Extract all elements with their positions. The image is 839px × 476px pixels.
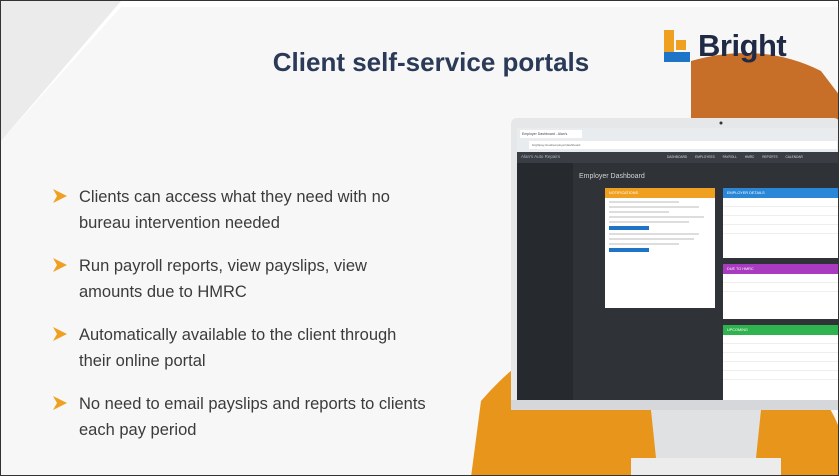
notifications-card: NOTIFICATIONS <box>605 188 715 308</box>
bullet-text: Clients can access what they need with n… <box>79 188 390 232</box>
notifications-header: NOTIFICATIONS <box>605 188 715 198</box>
app-header: Alan's Auto Repairs DASHBOARD EMPLOYEES … <box>517 152 838 163</box>
bullet-text: Automatically available to the client th… <box>79 326 397 370</box>
nav-dashboard[interactable]: DASHBOARD <box>667 155 687 159</box>
bullet-list: Clients can access what they need with n… <box>51 184 431 460</box>
upcoming-card: UPCOMING <box>723 325 838 400</box>
slide-title: Client self-service portals <box>272 47 590 77</box>
due-to-hmrc-card: DUE TO HMRC <box>723 264 838 319</box>
chevron-right-icon <box>53 189 67 203</box>
bullet-item: Clients can access what they need with n… <box>51 184 431 236</box>
chevron-right-icon <box>53 327 67 341</box>
portal-sidebar <box>517 163 573 400</box>
logo-text: Bright <box>698 28 787 63</box>
top-nav: DASHBOARD EMPLOYEES PAYROLL HMRC REPORTS… <box>667 155 810 159</box>
bullet-item: Run payroll reports, view payslips, view… <box>51 253 431 305</box>
portal-screenshot: Employer Dashboard - Alan's brightpay.cl… <box>517 128 838 400</box>
address-bar[interactable]: brightpay.cloud/employer/dashboard <box>529 141 837 149</box>
chevron-right-icon <box>53 396 67 410</box>
bullet-item: Automatically available to the client th… <box>51 322 431 374</box>
due-to-hmrc-header: DUE TO HMRC <box>723 264 838 274</box>
bullet-item: No need to email payslips and reports to… <box>51 391 431 443</box>
bullet-text: Run payroll reports, view payslips, view… <box>79 257 367 301</box>
nav-employees[interactable]: EMPLOYEES <box>695 155 715 159</box>
dashboard-title: Employer Dashboard <box>579 173 645 180</box>
upcoming-header: UPCOMING <box>723 325 838 335</box>
slide: Client self-service portals Bright Clien… <box>0 0 839 476</box>
browser-tab[interactable]: Employer Dashboard - Alan's <box>520 130 582 138</box>
bullet-text: No need to email payslips and reports to… <box>79 395 426 439</box>
employer-details-header: EMPLOYER DETAILS <box>723 188 838 198</box>
bright-logo-icon <box>664 30 690 62</box>
nav-reports[interactable]: REPORTS <box>762 155 777 159</box>
browser-toolbar: Employer Dashboard - Alan's brightpay.cl… <box>517 128 838 153</box>
chevron-right-icon <box>53 258 67 272</box>
employer-details-card: EMPLOYER DETAILS <box>723 188 838 258</box>
notification-button[interactable] <box>609 226 649 230</box>
nav-calendar[interactable]: CALENDAR <box>785 155 802 159</box>
bright-logo: Bright <box>662 23 787 69</box>
nav-payroll[interactable]: PAYROLL <box>723 155 737 159</box>
nav-hmrc[interactable]: HMRC <box>745 155 755 159</box>
app-name: Alan's Auto Repairs <box>521 154 561 159</box>
notification-button[interactable] <box>609 248 649 252</box>
